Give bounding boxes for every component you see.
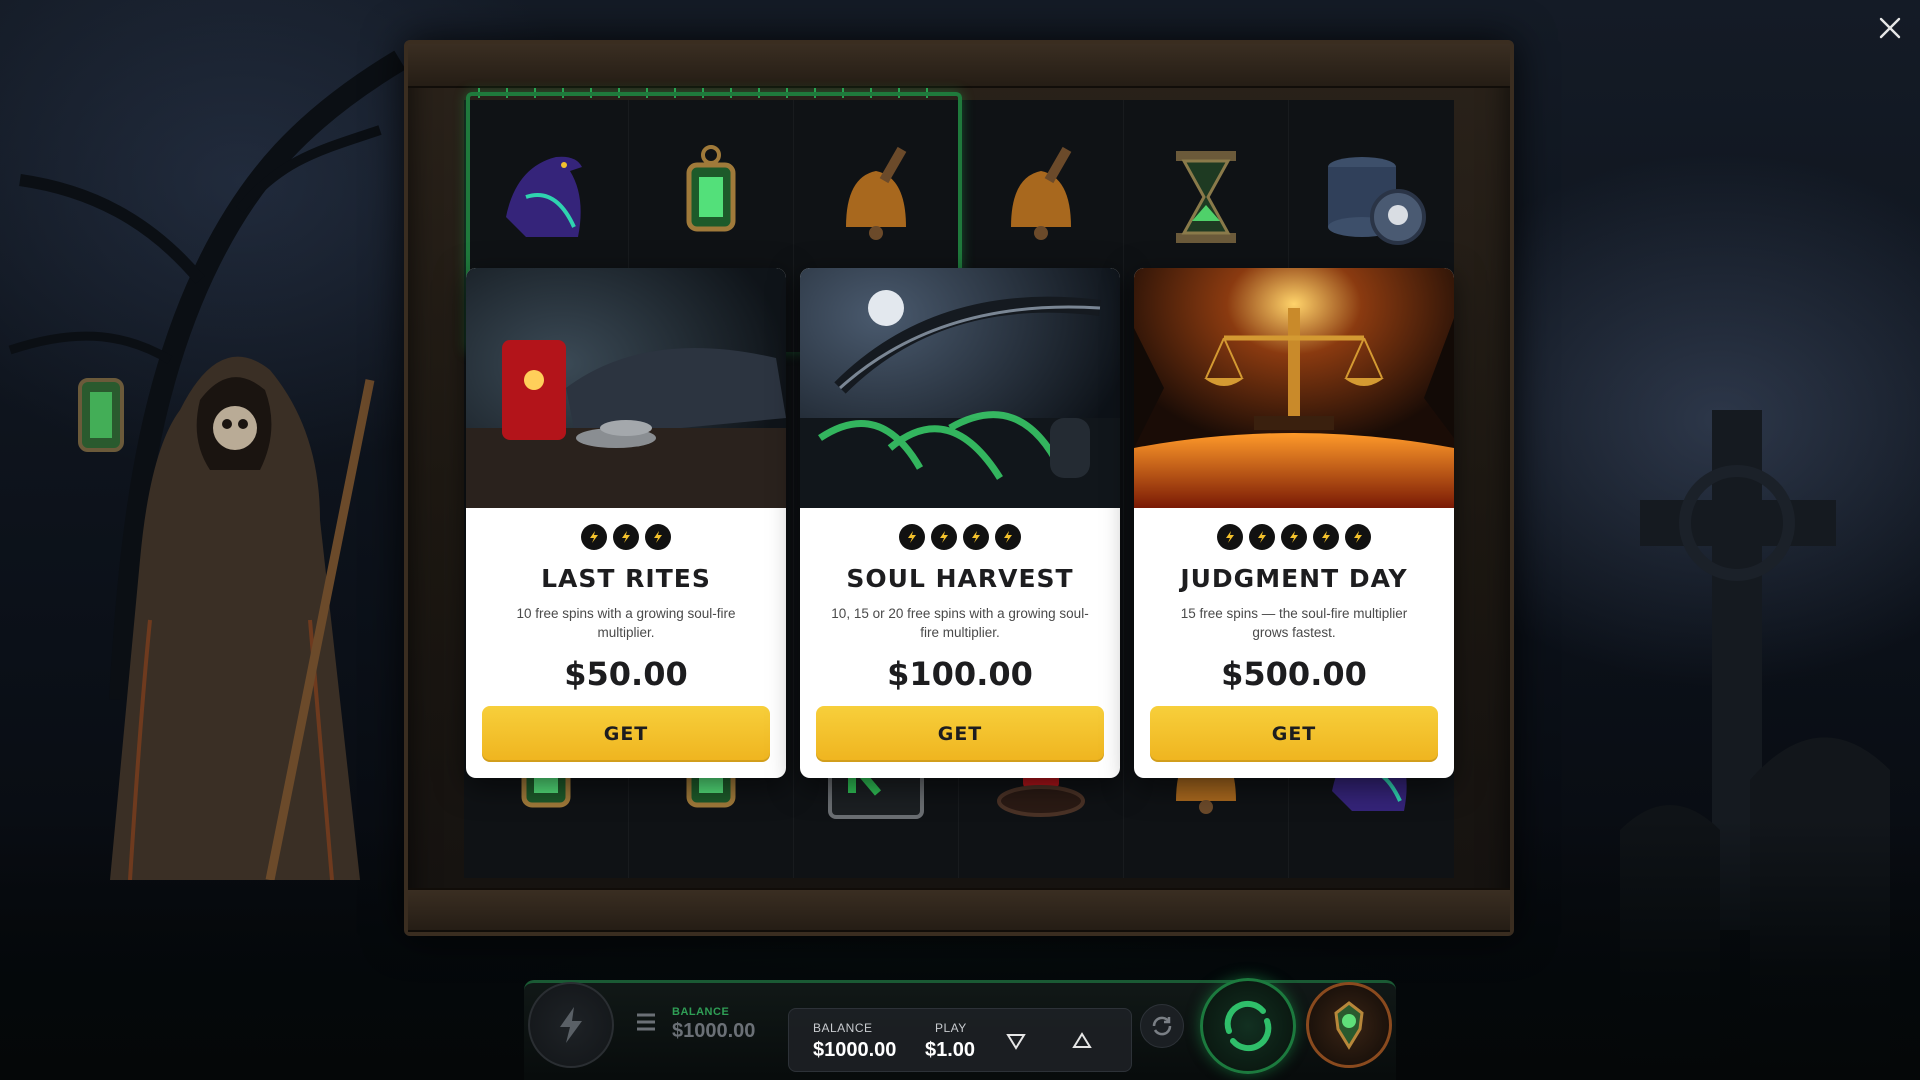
- lightning-bolt-icon: [645, 524, 671, 550]
- bolt-rating: [800, 524, 1120, 550]
- bonus-buy-button[interactable]: [1306, 982, 1392, 1068]
- lightning-bolt-icon: [995, 524, 1021, 550]
- offer-description: 15 free spins — the soul-fire multiplier…: [1180, 606, 1408, 640]
- background-balance-label: BALANCE: [672, 1006, 730, 1018]
- play-label: PLAY: [935, 1021, 967, 1035]
- bonus-icon: [1334, 1001, 1364, 1050]
- offer-image-scythe-graveyard: [800, 268, 1120, 508]
- bell-icon: [1011, 147, 1072, 241]
- frame-top-beam: [408, 44, 1510, 88]
- offer-card-soul-harvest: SOUL HARVEST 10, 15 or 20 free spins wit…: [800, 268, 1120, 778]
- offer-card-body: SOUL HARVEST 10, 15 or 20 free spins wit…: [800, 508, 1120, 778]
- lightning-bolt-icon: [1281, 524, 1307, 550]
- spin-button[interactable]: [1200, 978, 1296, 1074]
- offer-description: 10, 15 or 20 free spins with a growing s…: [831, 606, 1089, 640]
- offer-title: LAST RITES: [541, 564, 711, 593]
- reel-symbol-coin-stack: [1289, 100, 1454, 295]
- lightning-bolt-icon: [899, 524, 925, 550]
- close-icon: [1879, 17, 1901, 39]
- close-button[interactable]: [1874, 12, 1906, 44]
- lightning-bolt-icon: [1217, 524, 1243, 550]
- lightning-bolt-icon: [1249, 524, 1275, 550]
- offer-price: $100.00: [887, 655, 1033, 693]
- frame-bottom-beam: [408, 888, 1510, 932]
- menu-button[interactable]: [634, 1010, 658, 1034]
- bolt-rating: [1134, 524, 1454, 550]
- offer-price: $500.00: [1221, 655, 1367, 693]
- background-balance-value: $1000.00: [672, 1020, 756, 1042]
- decrease-bet-button[interactable]: [1005, 1031, 1027, 1051]
- lightning-bolt-icon: [1313, 524, 1339, 550]
- offer-description: 10 free spins with a growing soul-fire m…: [516, 606, 736, 640]
- offer-card-body: LAST RITES 10 free spins with a growing …: [466, 508, 786, 778]
- play-value: $1.00: [925, 1039, 976, 1061]
- autoplay-icon: [1152, 1016, 1172, 1036]
- lightning-bolt-icon: [963, 524, 989, 550]
- offer-image-candle-coins: [466, 268, 786, 508]
- lightning-bolt-icon: [560, 1007, 582, 1043]
- autoplay-button[interactable]: [1140, 1004, 1184, 1048]
- reaper-character: [78, 356, 375, 880]
- increase-bet-button[interactable]: [1071, 1031, 1093, 1051]
- triangle-down-icon: [1006, 1034, 1026, 1050]
- offer-card-judgment-day: JUDGMENT DAY 15 free spins — the soul-fi…: [1134, 268, 1454, 778]
- reel-symbol-hourglass: [1124, 100, 1289, 295]
- bolt-rating: [466, 524, 786, 550]
- hamburger-menu-icon: [637, 1013, 655, 1031]
- offer-card-body: JUDGMENT DAY 15 free spins — the soul-fi…: [1134, 508, 1454, 778]
- lightning-bolt-icon: [581, 524, 607, 550]
- get-button-soul-harvest[interactable]: GET: [816, 706, 1104, 762]
- lightning-bolt-icon: [1345, 524, 1371, 550]
- turbo-button[interactable]: [528, 982, 614, 1068]
- bonus-offer-panel: LAST RITES 10 free spins with a growing …: [466, 268, 1454, 778]
- spin-icon: [1224, 1000, 1272, 1052]
- get-button-judgment-day[interactable]: GET: [1150, 706, 1438, 762]
- balance-label: BALANCE: [813, 1021, 873, 1035]
- lightning-bolt-icon: [613, 524, 639, 550]
- triangle-up-icon: [1072, 1032, 1092, 1048]
- offer-image-scales-fire: [1134, 268, 1454, 508]
- get-button-last-rites[interactable]: GET: [482, 706, 770, 762]
- offer-title: SOUL HARVEST: [846, 564, 1074, 593]
- balance-value: $1000.00: [813, 1039, 897, 1061]
- skull-coin-stack-icon: [1327, 157, 1426, 246]
- lightning-bolt-icon: [931, 524, 957, 550]
- reel-symbol-bell: [959, 100, 1124, 295]
- hourglass-icon: [1176, 151, 1236, 244]
- offer-price: $50.00: [564, 655, 688, 693]
- offer-card-last-rites: LAST RITES 10 free spins with a growing …: [466, 268, 786, 778]
- offer-title: JUDGMENT DAY: [1180, 564, 1408, 593]
- balance-play-hud: BALANCE $1000.00 PLAY $1.00: [788, 1008, 1132, 1072]
